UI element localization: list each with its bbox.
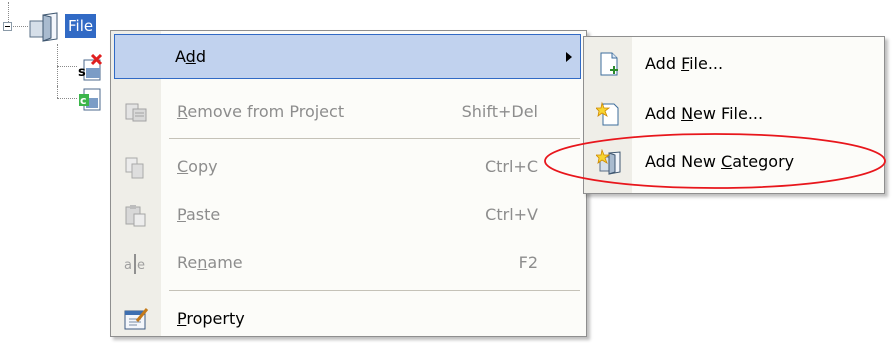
menu-item-label: Add (175, 47, 206, 66)
menu-item-rename[interactable]: a e Rename F2 (111, 239, 586, 287)
menu-separator (169, 138, 580, 139)
add-new-file-icon (596, 101, 619, 126)
collapse-toggle-icon[interactable] (3, 22, 12, 31)
context-menu: Add Remove from Project Shift+Del Copy C… (110, 30, 587, 337)
menu-item-add[interactable]: Add (111, 33, 586, 81)
menu-item-label: Copy (177, 157, 218, 176)
menu-item-copy[interactable]: Copy Ctrl+C (111, 143, 586, 191)
menu-item-paste[interactable]: Paste Ctrl+V (111, 191, 586, 239)
submenu-item-add-file[interactable]: Add File... (584, 40, 884, 88)
menu-item-remove-from-project[interactable]: Remove from Project Shift+Del (111, 88, 586, 136)
copy-icon (125, 157, 144, 179)
menu-item-label: Property (177, 309, 245, 328)
menu-item-label: Paste (177, 205, 221, 224)
menu-item-property[interactable]: Property (111, 295, 586, 343)
menu-item-shortcut: F2 (518, 253, 538, 272)
menu-separator (169, 290, 580, 291)
paste-icon (125, 205, 146, 227)
menu-item-shortcut: Ctrl+V (485, 205, 538, 224)
submenu-arrow-icon (566, 52, 572, 62)
rename-icon: a e (124, 254, 145, 274)
svg-text:a: a (124, 258, 132, 273)
add-file-icon (600, 52, 618, 76)
project-folder-icon (29, 12, 58, 42)
menu-item-shortcut: Ctrl+C (484, 157, 538, 176)
property-icon (124, 308, 149, 330)
menu-item-label: Rename (177, 253, 243, 272)
annotation-ellipse (544, 133, 886, 189)
annotation-ellipse-outline (544, 133, 886, 189)
svg-text:e: e (137, 258, 145, 273)
tree-root-label[interactable]: File (65, 14, 97, 38)
remove-from-project-icon (125, 103, 147, 122)
source-file-error-icon[interactable]: s (76, 54, 104, 82)
svg-text:c: c (80, 94, 87, 107)
menu-item-label: Remove from Project (177, 102, 345, 121)
menu-item-shortcut: Shift+Del (461, 102, 538, 121)
menu-item-label: Add File... (645, 54, 724, 73)
svg-text:s: s (78, 65, 86, 80)
c-source-file-icon[interactable]: c (76, 86, 104, 114)
